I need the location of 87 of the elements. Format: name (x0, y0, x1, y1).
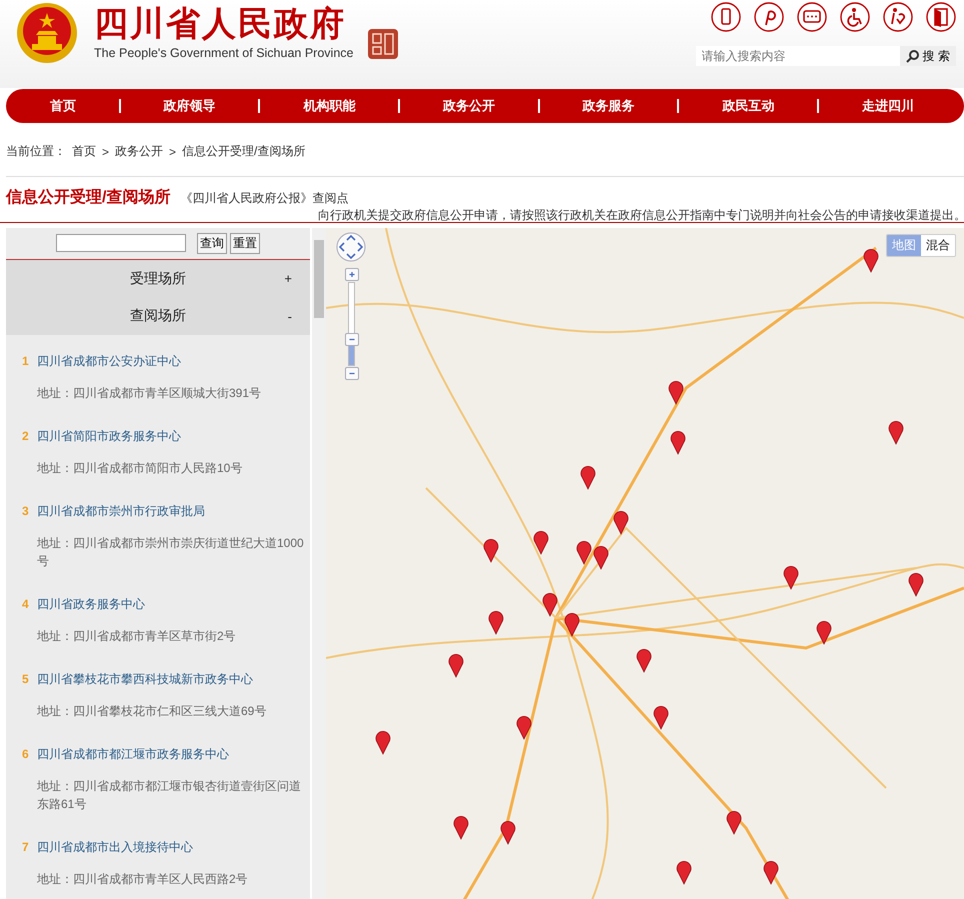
map-pin-icon[interactable] (454, 816, 468, 840)
place-search-field[interactable] (56, 234, 186, 252)
place-link[interactable]: 四川省成都市崇州市行政审批局 (37, 502, 205, 520)
place-number: 3 (22, 504, 30, 518)
map-pin-icon[interactable] (448, 654, 464, 678)
map-pin-icon[interactable] (816, 621, 832, 644)
map-view[interactable]: 地图 混合 (326, 228, 964, 899)
search-button[interactable]: 搜 索 (900, 46, 956, 66)
map-pin-icon[interactable] (668, 381, 684, 404)
place-number: 7 (22, 840, 30, 854)
nav-link[interactable]: 机构职能 (293, 97, 366, 115)
map-pin-icon[interactable] (576, 541, 592, 564)
page-title: 信息公开受理/查阅场所 (6, 187, 170, 208)
p-letter-icon[interactable] (754, 2, 784, 32)
map-pin-icon[interactable] (888, 421, 904, 444)
emblem-drawing (16, 2, 78, 64)
map-pin-icon[interactable] (516, 716, 532, 740)
place-number: 4 (22, 597, 30, 612)
phone-icon[interactable] (711, 2, 741, 32)
zoom-out-button[interactable] (345, 367, 359, 380)
search-field[interactable]: 请输入搜索内容 (696, 46, 900, 66)
place-link[interactable]: 四川省简阳市政务服务中心 (37, 428, 181, 445)
map-pin-icon[interactable] (676, 861, 692, 884)
nav-link[interactable]: 政务公开 (432, 97, 505, 115)
place-link[interactable]: 四川省政务服务中心 (37, 596, 145, 613)
place-address: 地址：四川省成都市崇州市崇庆街道世纪大道1000号 (37, 534, 305, 570)
map-pin-icon[interactable] (534, 531, 548, 554)
place-number: 5 (22, 672, 30, 686)
reset-button[interactable]: 重置 (230, 232, 260, 254)
breadcrumb-separator: > (102, 144, 110, 158)
accordion-header[interactable]: 查阅场所 - (6, 297, 310, 335)
place-address: 地址：四川省成都市青羊区人民西路2号 (37, 870, 249, 888)
breadcrumb-link[interactable]: 政务公开 (115, 143, 164, 160)
place-address: 地址：四川省成都市都江堰市银杏街道壹街区问道东路61号 (37, 778, 302, 813)
map-pin-icon[interactable] (564, 613, 580, 636)
nav-link[interactable]: 政务服务 (572, 97, 645, 115)
place-link[interactable]: 四川省成都市都江堰市政务服务中心 (37, 746, 229, 763)
breadcrumb-link[interactable]: 信息公开受理/查阅场所 (182, 143, 306, 160)
map-pin-icon[interactable] (764, 861, 778, 884)
nav-link[interactable]: 走进四川 (852, 97, 924, 115)
breadcrumb-link[interactable]: 首页 (72, 143, 96, 160)
accordion-header[interactable]: 受理场所 + (6, 260, 310, 298)
accessibility-icon[interactable] (840, 2, 870, 32)
search-icon (906, 49, 920, 63)
place-address: 地址：四川省成都市青羊区顺城大街391号 (37, 384, 262, 402)
map-pin-icon[interactable] (726, 811, 742, 834)
place-link[interactable]: 四川省攀枝花市攀西科技城新市政务中心 (37, 670, 253, 688)
zoom-handle[interactable] (345, 332, 359, 346)
map-pin-icon[interactable] (784, 566, 798, 590)
map-pin-icon[interactable] (654, 706, 668, 730)
seal-icon (367, 28, 400, 60)
place-number: 2 (22, 429, 30, 444)
map-pin-icon[interactable] (376, 731, 390, 754)
query-button[interactable]: 查询 (197, 232, 227, 254)
map-pin-icon[interactable] (614, 511, 628, 534)
map-pin-icon[interactable] (864, 249, 878, 272)
place-address: 地址：四川省成都市简阳市人民路10号 (37, 460, 244, 477)
map-pin-icon[interactable] (488, 611, 504, 634)
place-number: 6 (22, 747, 30, 762)
map-pin-icon[interactable] (670, 431, 686, 454)
place-link[interactable]: 四川省成都市出入境接待中心 (37, 838, 193, 856)
place-link[interactable]: 四川省成都市公安办证中心 (37, 352, 181, 370)
place-address: 地址：四川省成都市青羊区草市街2号 (37, 628, 237, 645)
zoom-in-button[interactable] (345, 268, 359, 281)
door-icon[interactable] (926, 2, 956, 32)
breadcrumb-separator: > (169, 144, 176, 158)
chat-icon[interactable] (797, 2, 827, 32)
map-type-tab[interactable]: 混合 (921, 235, 955, 256)
nav-link[interactable]: 政民互动 (712, 97, 784, 115)
map-pin-icon[interactable] (484, 539, 498, 562)
site-title: 四川省人民政府 (94, 4, 347, 44)
place-number: 1 (22, 354, 30, 368)
nav-link[interactable]: 首页 (40, 97, 86, 115)
nav-link[interactable]: 政府领导 (154, 97, 226, 115)
map-pin-icon[interactable] (580, 466, 596, 490)
map-pin-icon[interactable] (636, 649, 652, 672)
map-pin-icon[interactable] (542, 593, 558, 616)
map-pin-icon[interactable] (594, 546, 608, 570)
gazette-link[interactable]: 《四川省人民政府公报》查阅点 (180, 190, 348, 207)
notice-text: 向行政机关提交政府信息公开申请，请按照该行政机关在政府信息公开指南中专门说明并向社会公告的申请接收渠道提出。 (318, 208, 964, 222)
scrollbar[interactable] (312, 228, 326, 899)
pan-control[interactable] (336, 232, 366, 262)
map-pin-icon[interactable] (500, 821, 516, 844)
map-pin-icon[interactable] (908, 573, 924, 596)
place-address: 地址：四川省攀枝花市仁和区三线大道69号 (37, 702, 268, 720)
breadcrumb-label: 当前位置： (6, 143, 66, 160)
site-subtitle: The People's Government of Sichuan Province (94, 46, 354, 60)
